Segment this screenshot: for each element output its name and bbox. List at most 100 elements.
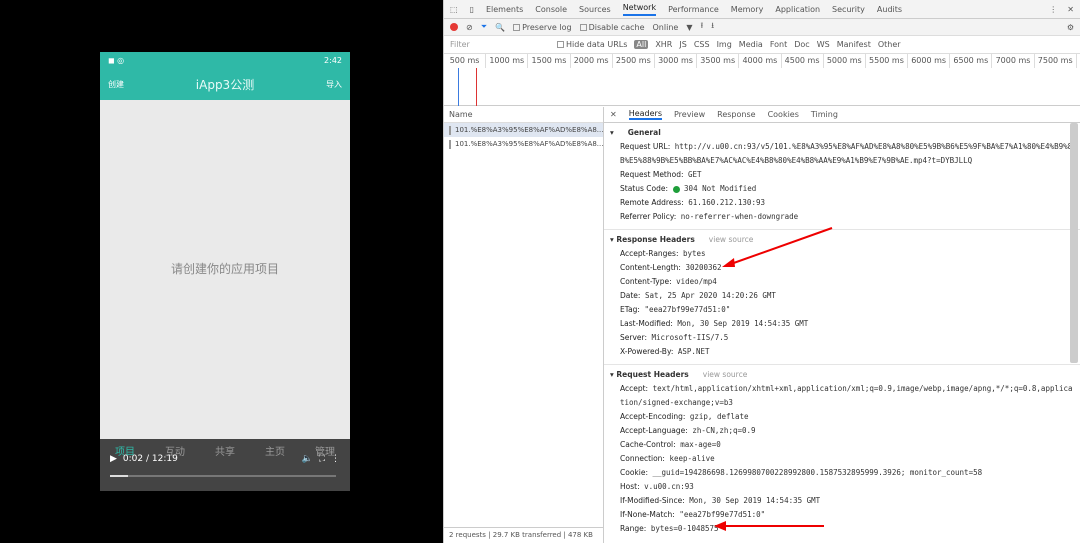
menu-icon[interactable]: ⋮ <box>1049 5 1057 14</box>
close-detail-icon[interactable]: ✕ <box>610 110 617 119</box>
type-css[interactable]: CSS <box>694 40 710 49</box>
type-js[interactable]: JS <box>679 40 686 49</box>
player-progress[interactable] <box>110 475 336 477</box>
tab-home[interactable]: 主页 <box>265 443 285 458</box>
chevron-down-icon[interactable]: ▼ <box>686 23 692 32</box>
name-header[interactable]: Name <box>444 107 603 123</box>
record-icon[interactable] <box>450 23 458 31</box>
hide-data-urls-checkbox[interactable]: Hide data URLs <box>557 40 627 49</box>
general-section: ▾ General Request URL: http://v.u00.cn:9… <box>604 123 1080 226</box>
tab-headers[interactable]: Headers <box>628 109 662 120</box>
type-font[interactable]: Font <box>770 40 787 49</box>
more-icon[interactable]: ⋮ <box>331 454 340 464</box>
list-item[interactable]: 101.%E8%A3%95%E8%AF%AD%E8%A8... <box>444 123 603 137</box>
dom-loaded-marker <box>458 68 459 106</box>
request-list: Name 101.%E8%A3%95%E8%AF%AD%E8%A8... 101… <box>444 107 604 543</box>
tick: 500 ms <box>444 54 487 68</box>
tick: 3500 ms <box>697 54 740 68</box>
type-ws[interactable]: WS <box>817 40 830 49</box>
tab-cookies[interactable]: Cookies <box>768 110 799 119</box>
tab-application[interactable]: Application <box>775 5 820 14</box>
type-other[interactable]: Other <box>878 40 901 49</box>
header-row: Cache-Control: max-age=0 <box>620 440 721 449</box>
volume-icon[interactable]: 🔈 <box>301 454 312 464</box>
file-icon <box>449 139 451 149</box>
tab-security[interactable]: Security <box>832 5 865 14</box>
devtools: ⬚ ▯ Elements Console Sources Network Per… <box>443 0 1080 543</box>
app-title: iApp3公测 <box>195 77 255 92</box>
header-row: Request URL: http://v.u00.cn:93/v5/101.%… <box>620 142 1073 165</box>
header-row: Server: Microsoft-IIS/7.5 <box>620 333 729 342</box>
notification-icons: ◼ ◎ <box>108 55 125 65</box>
summary-footer: 2 requests | 29.7 KB transferred | 478 K… <box>444 527 603 543</box>
section-title[interactable]: ▾ Response Headers view source <box>610 235 1074 244</box>
network-toolbar: ⊘ ⏷ 🔍 Preserve log Disable cache Online … <box>444 19 1080 36</box>
tab-memory[interactable]: Memory <box>731 5 764 14</box>
close-icon[interactable]: ✕ <box>1067 5 1074 14</box>
type-img[interactable]: Img <box>717 40 732 49</box>
gear-icon[interactable]: ⚙ <box>1067 23 1074 32</box>
empty-message: 请创建你的应用项目 <box>170 262 279 276</box>
header-row: Status Code: 304 Not Modified <box>620 184 757 193</box>
play-icon[interactable]: ▶ <box>110 454 117 464</box>
tick: 6000 ms <box>908 54 951 68</box>
phone-screen: ◼ ◎ 2:42 创建 iApp3公测 导入 请创建你的应用项目 项目 互动 共… <box>100 52 350 491</box>
header-row: Host: v.u00.cn:93 <box>620 482 694 491</box>
type-doc[interactable]: Doc <box>794 40 809 49</box>
header-row: Accept-Encoding: gzip, deflate <box>620 412 749 421</box>
tick: 2000 ms <box>571 54 613 68</box>
status-dot-icon <box>672 185 680 193</box>
header-row: Remote Address: 61.160.212.130:93 <box>620 198 765 207</box>
network-body: Name 101.%E8%A3%95%E8%AF%AD%E8%A8... 101… <box>444 107 1080 543</box>
inspect-icon[interactable]: ⬚ <box>450 5 458 14</box>
throttle-select[interactable]: Online <box>653 23 679 32</box>
section-title[interactable]: ▾ General <box>610 128 1074 137</box>
type-xhr[interactable]: XHR <box>655 40 672 49</box>
tab-preview[interactable]: Preview <box>674 110 705 119</box>
tick: 1500 ms <box>528 54 571 68</box>
tick: 2500 ms <box>613 54 655 68</box>
filter-input[interactable]: Filter <box>450 40 550 49</box>
tab-console[interactable]: Console <box>535 5 567 14</box>
type-all[interactable]: All <box>634 40 649 49</box>
fullscreen-icon[interactable]: ⛶ <box>319 454 325 464</box>
preserve-log-checkbox[interactable]: Preserve log <box>513 23 572 32</box>
request-details: ✕ Headers Preview Response Cookies Timin… <box>604 107 1080 543</box>
tab-elements[interactable]: Elements <box>486 5 523 14</box>
tab-performance[interactable]: Performance <box>668 5 719 14</box>
list-item[interactable]: 101.%E8%A3%95%E8%AF%AD%E8%A8... <box>444 137 603 151</box>
type-media[interactable]: Media <box>739 40 763 49</box>
tick: 4500 ms <box>782 54 824 68</box>
timeline-overview[interactable]: 500 ms 1000 ms 1500 ms 2000 ms 2500 ms 3… <box>444 54 1080 106</box>
view-source-link[interactable]: view source <box>703 370 748 379</box>
tab-timing[interactable]: Timing <box>811 110 838 119</box>
type-manifest[interactable]: Manifest <box>837 40 871 49</box>
tab-network[interactable]: Network <box>622 3 657 16</box>
download-icon[interactable]: ⭳ <box>711 20 714 34</box>
phone-status-bar: ◼ ◎ 2:42 <box>100 52 350 68</box>
clear-icon[interactable]: ⊘ <box>466 23 473 32</box>
tab-response[interactable]: Response <box>717 110 755 119</box>
tab-audits[interactable]: Audits <box>877 5 902 14</box>
upload-icon[interactable]: ⭱ <box>700 20 703 34</box>
tab-share[interactable]: 共享 <box>215 443 235 458</box>
tick: 7000 ms <box>992 54 1035 68</box>
header-row: Accept-Language: zh-CN,zh;q=0.9 <box>620 426 756 435</box>
device-icon[interactable]: ▯ <box>470 5 474 14</box>
filter-icon[interactable]: ⏷ <box>481 22 487 32</box>
header-row: Accept: text/html,application/xhtml+xml,… <box>620 384 1073 407</box>
view-source-link[interactable]: view source <box>709 235 754 244</box>
load-marker <box>476 68 477 106</box>
section-title[interactable]: ▾ Request Headers view source <box>610 370 1074 379</box>
scrollbar[interactable] <box>1070 123 1078 363</box>
tab-sources[interactable]: Sources <box>579 5 611 14</box>
disable-cache-checkbox[interactable]: Disable cache <box>579 23 645 32</box>
header-row: Range: bytes=0-1048575 <box>620 524 719 533</box>
import-button[interactable]: 导入 <box>326 79 342 90</box>
tick: 1000 ms <box>486 54 529 68</box>
search-icon[interactable]: 🔍 <box>495 23 505 32</box>
create-button[interactable]: 创建 <box>108 79 124 90</box>
status-time: 2:42 <box>324 55 342 65</box>
header-row: If-None-Match: "eea27bf99e77d51:0" <box>620 510 766 519</box>
header-row: Content-Length: 30200362 <box>620 263 722 272</box>
